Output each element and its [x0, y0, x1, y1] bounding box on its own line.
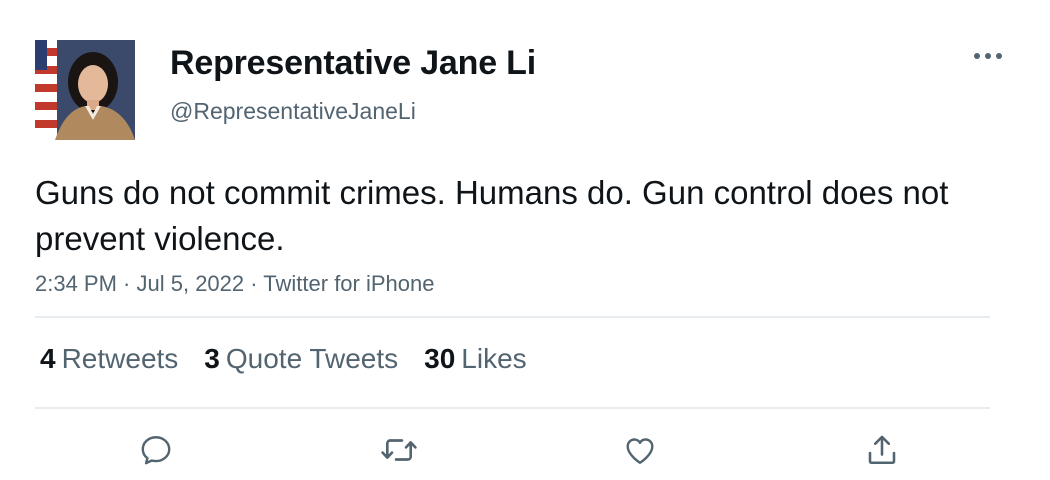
tweet-time[interactable]: 2:34 PM [35, 271, 117, 296]
avatar[interactable] [35, 40, 135, 140]
share-button[interactable] [862, 430, 902, 470]
meta-separator: · [244, 271, 264, 296]
tweet-meta: 2:34 PM · Jul 5, 2022 · Twitter for iPho… [35, 270, 434, 298]
display-name[interactable]: Representative Jane Li [170, 42, 536, 84]
share-icon [868, 435, 896, 465]
heart-icon [626, 438, 654, 464]
retweet-button[interactable] [379, 430, 419, 470]
quote-tweets-label: Quote Tweets [225, 343, 399, 374]
retweets-label: Retweets [61, 343, 179, 374]
retweets-stat[interactable]: 4 Retweets [40, 341, 178, 377]
tweet-stats: 4 Retweets 3 Quote Tweets 30 Likes [40, 341, 553, 377]
more-button[interactable] [970, 44, 1006, 68]
likes-stat[interactable]: 30 Likes [424, 341, 527, 377]
retweet-icon [381, 439, 417, 461]
tweet-date[interactable]: Jul 5, 2022 [137, 271, 245, 296]
divider [35, 316, 990, 318]
more-icon [974, 53, 1002, 59]
quote-tweets-count: 3 [204, 343, 220, 374]
reply-button[interactable] [136, 430, 176, 470]
handle[interactable]: @RepresentativeJaneLi [170, 97, 416, 125]
tweet-source[interactable]: Twitter for iPhone [263, 271, 434, 296]
likes-count: 30 [424, 343, 456, 374]
quote-tweets-stat[interactable]: 3 Quote Tweets [204, 341, 398, 377]
profile-photo-icon [35, 40, 135, 140]
reply-icon [141, 436, 171, 465]
likes-label: Likes [461, 343, 527, 374]
divider [35, 407, 990, 409]
like-button[interactable] [620, 430, 660, 470]
tweet-text: Guns do not commit crimes. Humans do. Gu… [35, 174, 949, 257]
retweets-count: 4 [40, 343, 56, 374]
meta-separator: · [116, 271, 137, 296]
